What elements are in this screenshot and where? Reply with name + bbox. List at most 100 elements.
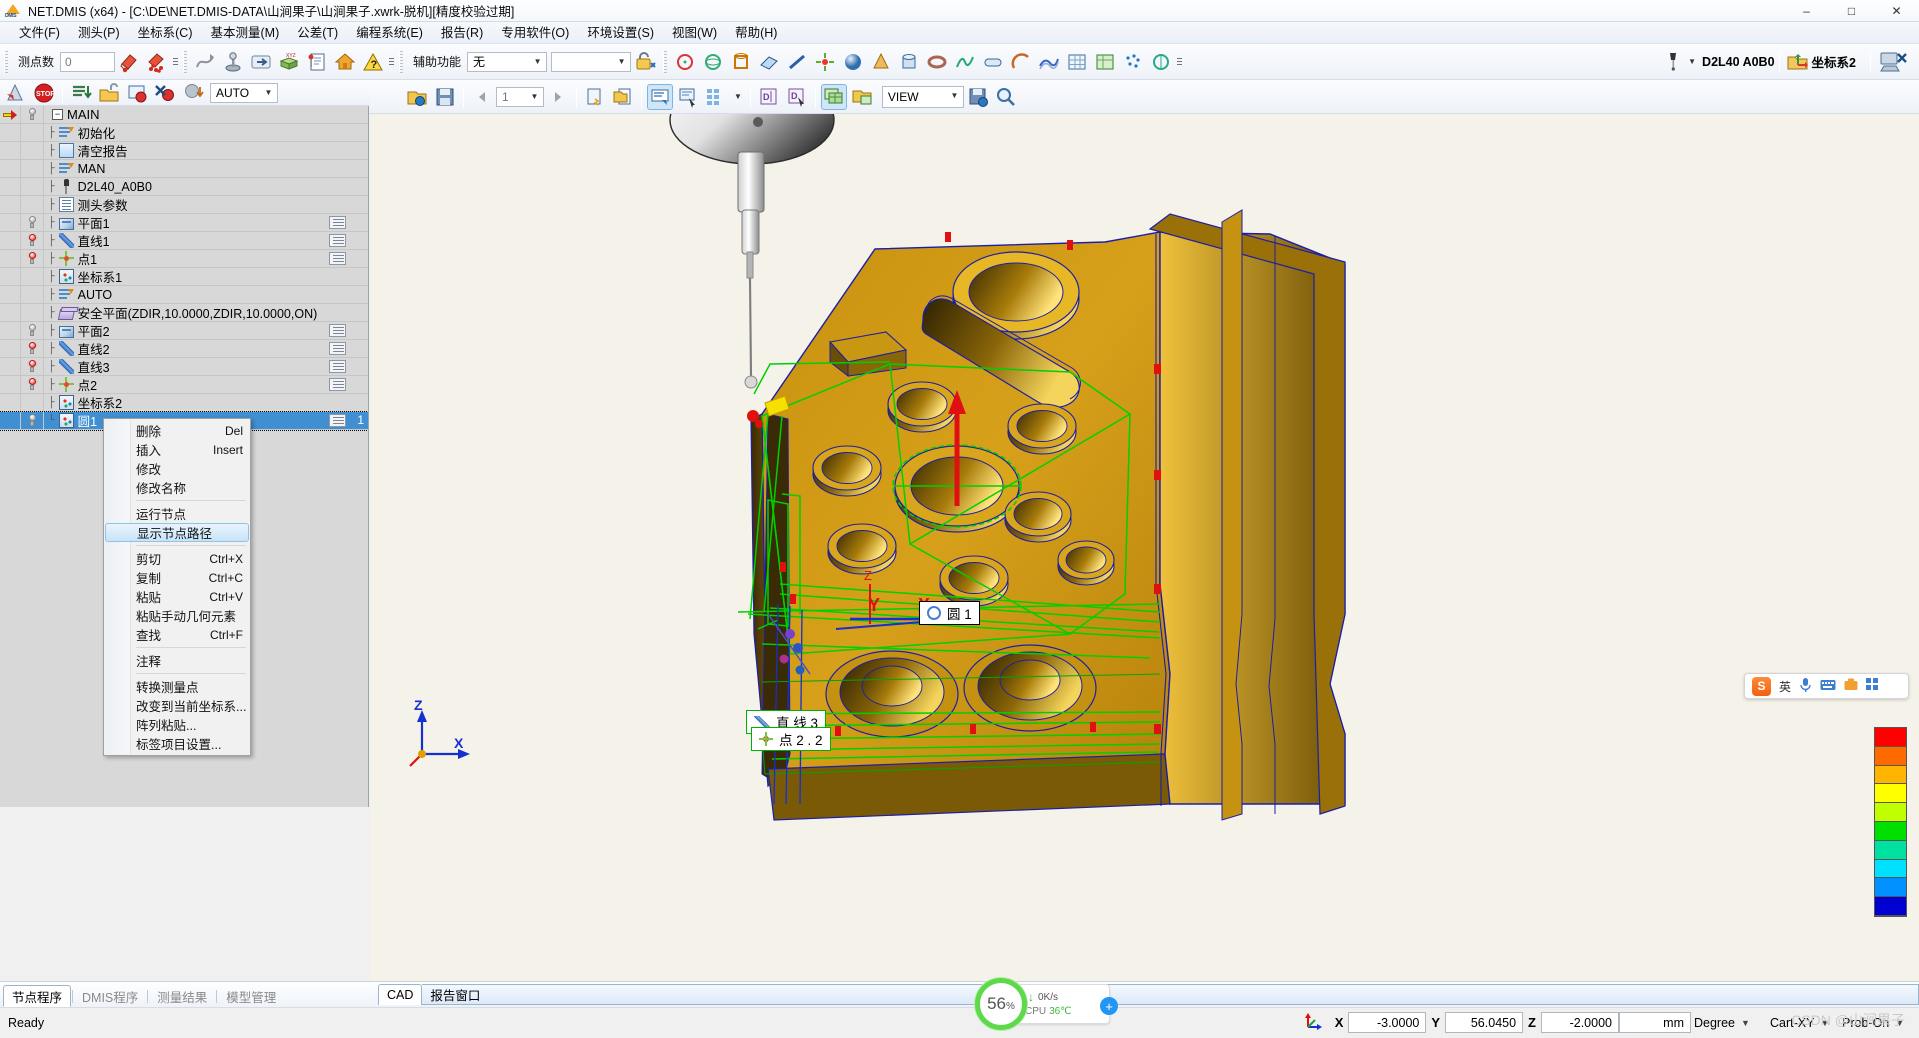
prev-page-button[interactable] — [469, 84, 495, 110]
expand-widget-button[interactable]: + — [1100, 997, 1118, 1015]
toolbar-grip-4[interactable] — [663, 50, 668, 73]
add-record-icon[interactable] — [124, 80, 150, 106]
toolbar-overflow-1[interactable] — [171, 50, 179, 74]
erase-all-points-icon[interactable] — [144, 49, 170, 75]
tree-row-badge-5[interactable] — [329, 216, 346, 229]
csys-folder-icon[interactable] — [1785, 49, 1811, 75]
ime-menu-icon[interactable] — [1866, 678, 1879, 694]
home-icon[interactable] — [332, 49, 358, 75]
points-count-input[interactable]: 0 — [60, 51, 116, 72]
bulb-icon-13[interactable] — [25, 359, 39, 373]
context-menu-item-19[interactable]: 标签项目设置... — [104, 734, 250, 753]
measure-circle-icon[interactable] — [672, 49, 698, 75]
menu-item-6[interactable]: 报告(R) — [432, 23, 492, 43]
tree-row-badge-6[interactable] — [329, 234, 346, 247]
ime-mode-label[interactable]: 英 — [1779, 678, 1791, 695]
tree-row-0[interactable]: ├ 初始化 — [0, 124, 368, 142]
cone-icon[interactable] — [868, 49, 894, 75]
bulb-icon-11[interactable] — [28, 324, 37, 337]
toolbar-overflow-3[interactable] — [1175, 50, 1183, 74]
mode-combo[interactable]: AUTO ▼ — [210, 82, 278, 103]
tree-bulb-cell-11[interactable] — [21, 322, 44, 339]
xyz-box-icon[interactable]: XYZ — [276, 49, 302, 75]
menu-item-9[interactable]: 视图(W) — [663, 23, 726, 43]
tree-row-badge-11[interactable] — [329, 324, 346, 337]
bulb-icon-6[interactable] — [25, 233, 39, 247]
mode-sphere-icon[interactable] — [180, 80, 206, 106]
cpu-usage-ring[interactable]: 56% — [975, 978, 1027, 1030]
dim-mode-icon[interactable]: D — [756, 84, 782, 110]
tree-row-main[interactable]: − MAIN — [0, 106, 368, 124]
menu-item-3[interactable]: 基本测量(M) — [202, 23, 289, 43]
context-menu-item-18[interactable]: 阵列粘贴... — [104, 715, 250, 734]
tree-row-8[interactable]: ├ 坐标系1 — [0, 268, 368, 286]
context-menu-item-9[interactable]: 复制 Ctrl+C — [104, 568, 250, 587]
context-menu-item-2[interactable]: 修改 — [104, 459, 250, 478]
tab-cad[interactable]: CAD — [378, 984, 423, 1005]
cad-open-icon[interactable] — [404, 84, 430, 110]
tree-row-badge-16[interactable] — [329, 414, 346, 427]
bulb-icon-7[interactable] — [25, 251, 39, 265]
sphere-3d-icon[interactable] — [840, 49, 866, 75]
tree-bulb-cell-7[interactable] — [21, 250, 44, 267]
new-page-icon[interactable] — [582, 84, 608, 110]
toolbar-overflow-2[interactable] — [387, 50, 395, 74]
context-menu-item-6[interactable]: 显示节点路径 — [105, 523, 249, 542]
tree-row-14[interactable]: ├ 点2 — [0, 376, 368, 394]
point-cloud-icon[interactable] — [1120, 49, 1146, 75]
scan-path-icon[interactable] — [952, 49, 978, 75]
tree-row-3[interactable]: ├ D2L40_A0B0 — [0, 178, 368, 196]
unlock-folder-icon[interactable] — [96, 80, 122, 106]
report-table-icon[interactable] — [820, 83, 847, 110]
bulb-icon-12[interactable] — [25, 341, 39, 355]
context-menu-item-8[interactable]: 剪切 Ctrl+X — [104, 549, 250, 568]
aux-param-combo[interactable]: ▼ — [551, 51, 632, 72]
context-menu-item-11[interactable]: 粘贴手动几何元素 — [104, 606, 250, 625]
menu-item-7[interactable]: 专用软件(O) — [492, 23, 578, 43]
context-menu-item-17[interactable]: 改变到当前坐标系... — [104, 696, 250, 715]
surface-icon[interactable] — [1036, 49, 1062, 75]
dim-pick-icon[interactable]: D — [784, 84, 810, 110]
tree-row-12[interactable]: ├ 直线2 — [0, 340, 368, 358]
tab-report-window[interactable]: 报告窗口 — [422, 984, 1919, 1005]
tree-row-badge-13[interactable] — [329, 360, 346, 373]
disconnect-machine-icon[interactable] — [1876, 49, 1910, 75]
tree-bulb-cell-9[interactable] — [21, 286, 44, 303]
tree-bulb-cell-12[interactable] — [21, 340, 44, 357]
probe-dropdown-arrow[interactable]: ▼ — [1688, 57, 1696, 66]
context-menu-item-5[interactable]: 运行节点 — [104, 504, 250, 523]
tree-bulb-cell-4[interactable] — [21, 196, 44, 213]
warning-icon[interactable]: ? — [360, 49, 386, 75]
label-display-icon[interactable] — [647, 83, 673, 110]
menu-item-8[interactable]: 环境设置(S) — [578, 23, 663, 43]
point-2-label[interactable]: 点 2 . 2 — [751, 727, 831, 751]
next-page-button[interactable] — [545, 84, 571, 110]
slot-icon[interactable] — [980, 49, 1006, 75]
ime-keyboard-icon[interactable] — [1820, 679, 1836, 694]
menu-item-1[interactable]: 测头(P) — [69, 23, 129, 43]
tree-row-11[interactable]: ├ 平面2 — [0, 322, 368, 340]
active-probe-icon[interactable] — [1661, 49, 1687, 75]
context-menu-item-10[interactable]: 粘贴 Ctrl+V — [104, 587, 250, 606]
context-menu-item-16[interactable]: 转换测量点 — [104, 677, 250, 696]
save-view-icon[interactable] — [965, 84, 991, 110]
menu-item-2[interactable]: 坐标系(C) — [129, 23, 202, 43]
tree-bulb-cell-0[interactable] — [21, 124, 44, 141]
probe-doc-icon[interactable] — [304, 49, 330, 75]
bottom-tab-1[interactable]: DMIS程序 — [74, 985, 146, 1007]
cylinder-icon[interactable] — [896, 49, 922, 75]
ime-toolbar[interactable]: S 英 — [1744, 673, 1909, 699]
tree-row-2[interactable]: ├ MAN — [0, 160, 368, 178]
bulb-icon-14[interactable] — [25, 377, 39, 391]
lock-toolbar-icon[interactable] — [632, 49, 658, 75]
tree-bulb-cell-2[interactable] — [21, 160, 44, 177]
tree-bulb-cell-16[interactable] — [21, 412, 44, 429]
bottom-tab-3[interactable]: 模型管理 — [218, 985, 284, 1007]
ime-toolbox-icon[interactable] — [1844, 678, 1858, 694]
tree-row-6[interactable]: ├ 直线1 — [0, 232, 368, 250]
collapse-toggle-icon[interactable]: − — [52, 109, 63, 120]
tree-context-menu[interactable]: 删除 Del 插入 Insert 修改 修改名称 运行节点 显示节点路径 剪切 Ctrl+X 复制 C… — [103, 418, 251, 756]
tree-row-13[interactable]: ├ 直线3 — [0, 358, 368, 376]
tree-row-10[interactable]: ├ 安全平面(ZDIR,10.0000,ZDIR,10.0000,ON) — [0, 304, 368, 322]
tree-row-1[interactable]: ├ 清空报告 — [0, 142, 368, 160]
